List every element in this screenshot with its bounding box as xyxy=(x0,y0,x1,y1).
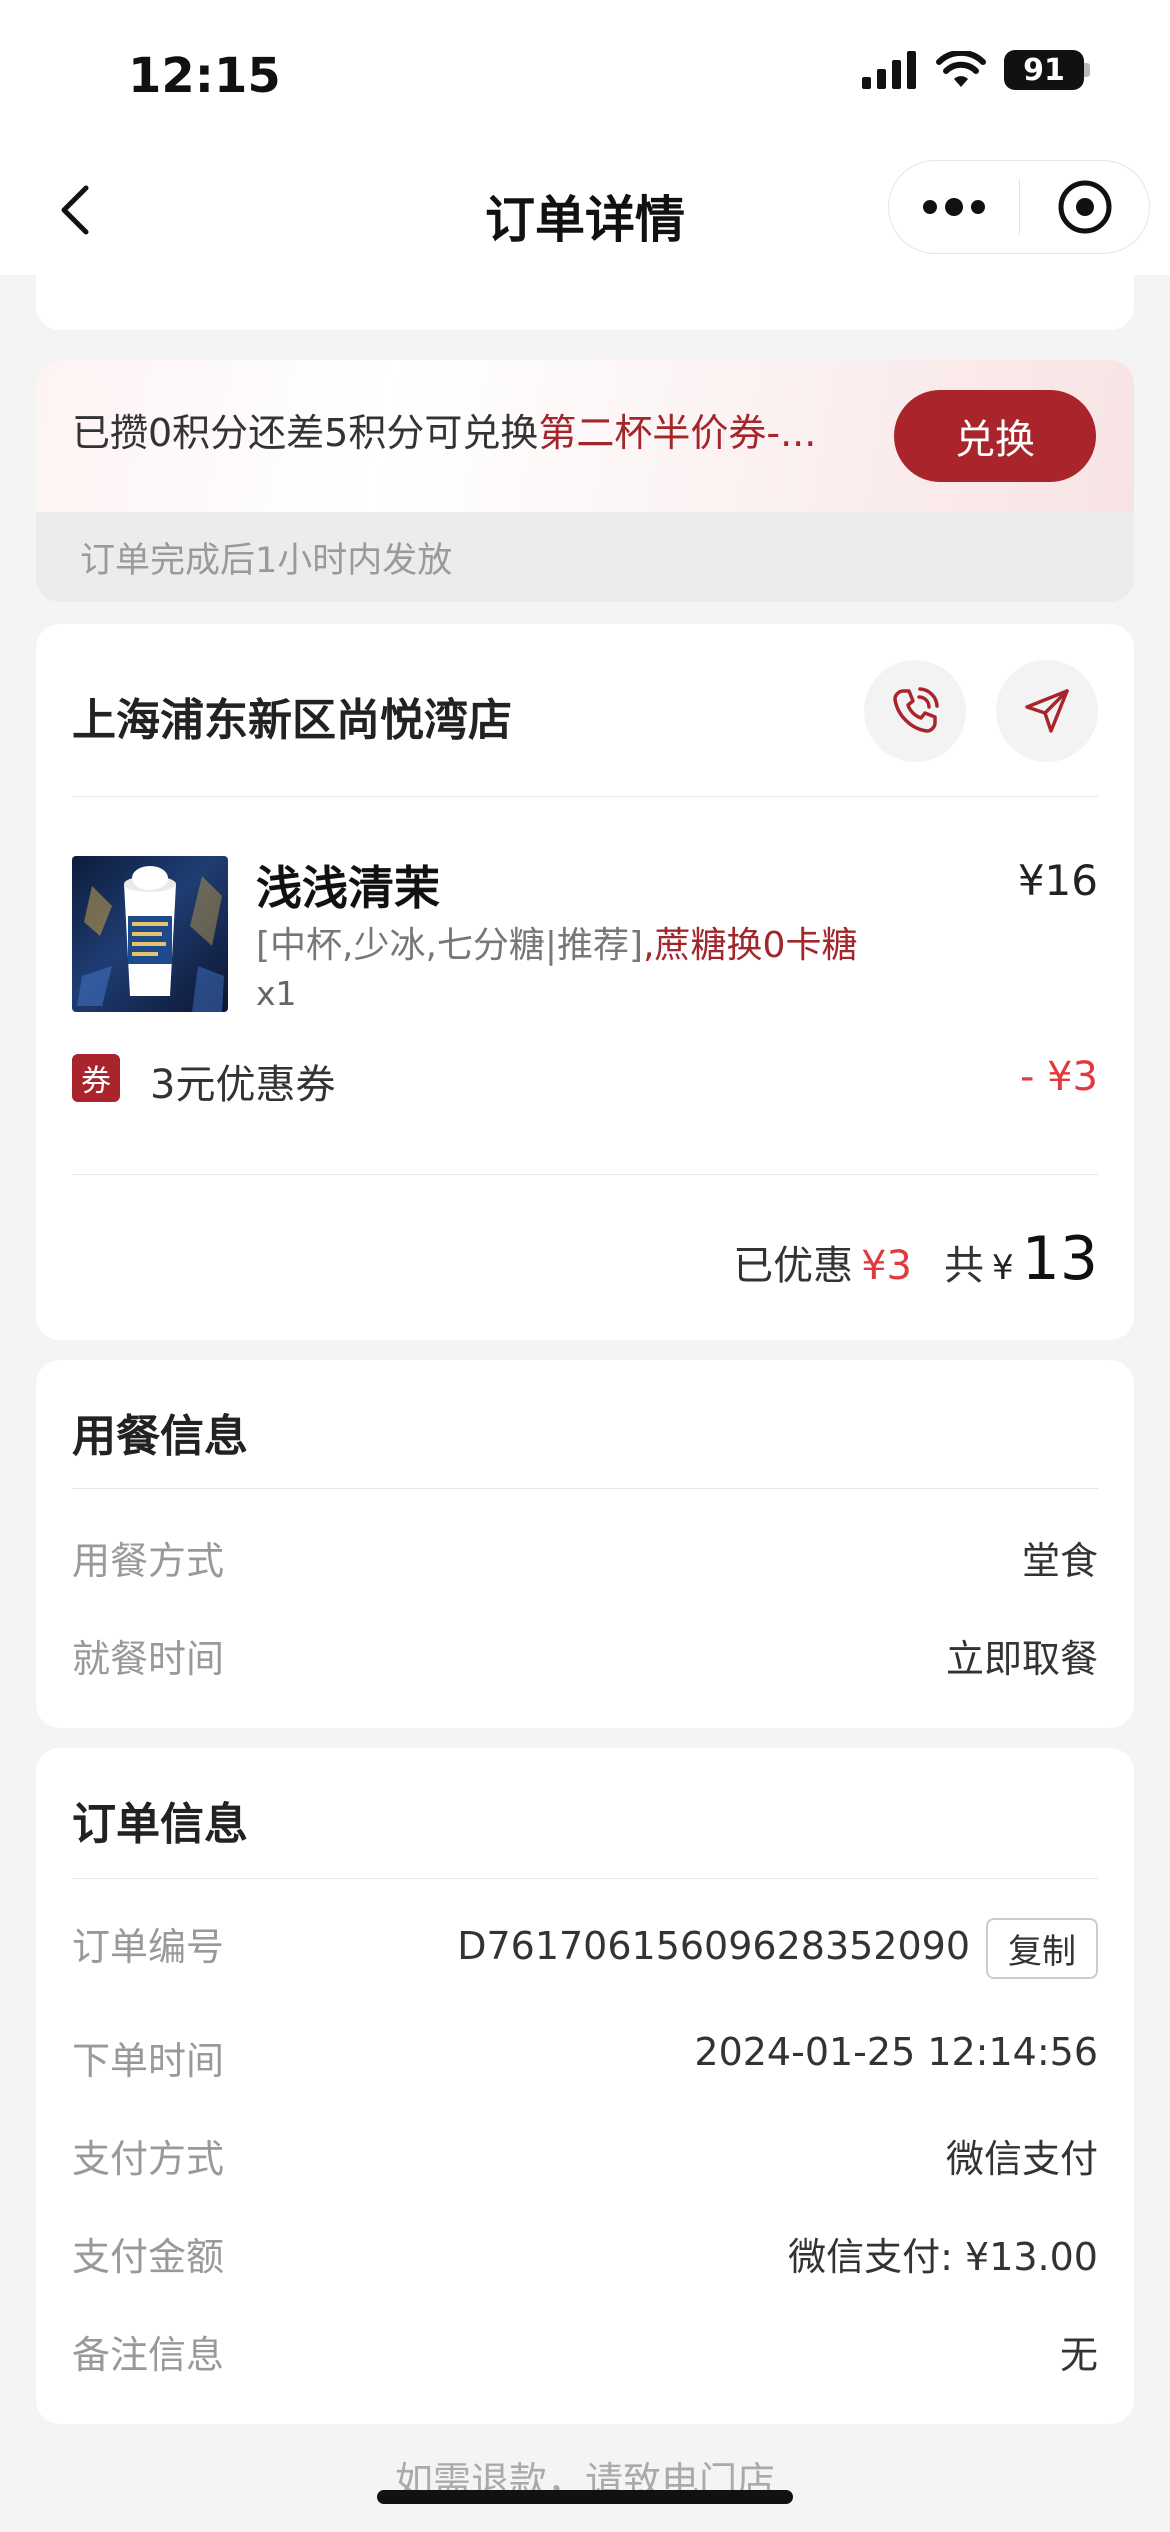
phone-icon xyxy=(893,687,939,733)
dining-method-label: 用餐方式 xyxy=(72,1539,225,1583)
status-time: 12:15 xyxy=(128,48,281,104)
copy-order-number-button[interactable]: 复制 xyxy=(986,1918,1098,1979)
total-currency: ¥ xyxy=(992,1248,1014,1288)
order-total: 已优惠 ¥3 共 ¥ 13 xyxy=(733,1224,1098,1294)
home-indicator[interactable] xyxy=(377,2490,793,2504)
points-reward-name: 第二杯半价券-... xyxy=(538,411,817,455)
previous-card-tail xyxy=(36,275,1134,330)
order-number-label: 订单编号 xyxy=(72,1925,225,1969)
product-spec: [中杯,少冰,七分糖|推荐],蔗糖换0卡糖 xyxy=(256,916,857,968)
points-banner: 已攒0积分还差5积分可兑换第二杯半价券-... 兑换 xyxy=(36,360,1134,512)
dining-section-title: 用餐信息 xyxy=(72,1411,248,1462)
discount-value: ¥3 xyxy=(861,1243,912,1289)
navigation-arrow-icon xyxy=(1025,689,1069,733)
target-close-icon xyxy=(1058,180,1111,234)
product-cup-illustration xyxy=(77,866,224,1012)
remarks-value: 无 xyxy=(1059,2333,1098,2377)
more-button[interactable] xyxy=(889,160,1019,254)
close-miniprogram-button[interactable] xyxy=(1020,160,1149,254)
totals-divider xyxy=(72,1174,1098,1175)
navigate-store-button[interactable] xyxy=(996,660,1098,762)
order-time-value: 2024-01-25 12:14:56 xyxy=(694,2030,1098,2074)
order-divider xyxy=(72,1878,1098,1879)
signal-icon xyxy=(862,51,916,89)
battery-tip xyxy=(1084,63,1090,77)
coupon-label: 3元优惠券 xyxy=(150,1062,336,1108)
dining-time-label: 就餐时间 xyxy=(72,1637,225,1681)
points-note: 订单完成后1小时内发放 xyxy=(80,541,453,581)
payment-method-label: 支付方式 xyxy=(72,2137,225,2181)
miniprogram-capsule xyxy=(888,160,1150,254)
coupon-badge: 券 xyxy=(72,1054,120,1102)
store-card: 上海浦东新区尚悦湾店 浅浅清茉 ¥16 [中杯,少冰,七分糖|推荐],蔗糖换0卡… xyxy=(36,624,1134,1340)
status-bar: 12:15 91 xyxy=(0,0,1170,150)
dining-time-value: 立即取餐 xyxy=(945,1637,1098,1681)
payment-amount-value: 微信支付: ¥13.00 xyxy=(788,2235,1098,2279)
order-time-label: 下单时间 xyxy=(72,2039,225,2083)
dining-method-value: 堂食 xyxy=(1021,1539,1098,1583)
exchange-button[interactable]: 兑换 xyxy=(894,390,1096,482)
call-store-button[interactable] xyxy=(864,660,966,762)
battery-indicator: 91 xyxy=(1004,50,1084,90)
product-price: ¥16 xyxy=(1017,856,1098,905)
product-spec-options: [中杯,少冰,七分糖|推荐] xyxy=(256,925,644,966)
payment-method-value: 微信支付 xyxy=(945,2137,1098,2181)
discount-label: 已优惠 xyxy=(733,1243,854,1289)
more-dots-icon xyxy=(923,198,985,216)
order-number-row: D76170615609628352090 复制 xyxy=(457,1918,1098,1979)
total-label: 共 xyxy=(944,1243,984,1289)
points-card: 已攒0积分还差5积分可兑换第二杯半价券-... 兑换 订单完成后1小时内发放 xyxy=(36,360,1134,602)
total-value: 13 xyxy=(1021,1224,1098,1294)
store-name: 上海浦东新区尚悦湾店 xyxy=(72,695,512,746)
payment-amount-label: 支付金额 xyxy=(72,2235,225,2279)
coupon-amount: - ¥3 xyxy=(1019,1054,1098,1100)
wifi-icon xyxy=(936,51,986,87)
remarks-label: 备注信息 xyxy=(72,2333,225,2377)
dining-info-card: 用餐信息 用餐方式 堂食 就餐时间 立即取餐 xyxy=(36,1360,1134,1728)
dining-divider xyxy=(72,1488,1098,1489)
points-text-prefix: 已攒0积分还差5积分可兑换 xyxy=(72,411,539,455)
status-icons: 91 xyxy=(862,50,1090,90)
product-quantity: x1 xyxy=(256,974,297,1013)
product-spec-highlight: ,蔗糖换0卡糖 xyxy=(643,925,858,966)
order-info-card: 订单信息 订单编号 D76170615609628352090 复制 下单时间 2… xyxy=(36,1748,1134,2424)
order-section-title: 订单信息 xyxy=(72,1799,248,1850)
product-name: 浅浅清茉 xyxy=(256,861,440,915)
points-text: 已攒0积分还差5积分可兑换第二杯半价券-... xyxy=(72,402,816,457)
store-divider xyxy=(72,796,1098,797)
nav-bar: 订单详情 xyxy=(0,150,1170,275)
product-image xyxy=(72,856,228,1012)
order-number-value: D76170615609628352090 xyxy=(457,1924,970,1968)
